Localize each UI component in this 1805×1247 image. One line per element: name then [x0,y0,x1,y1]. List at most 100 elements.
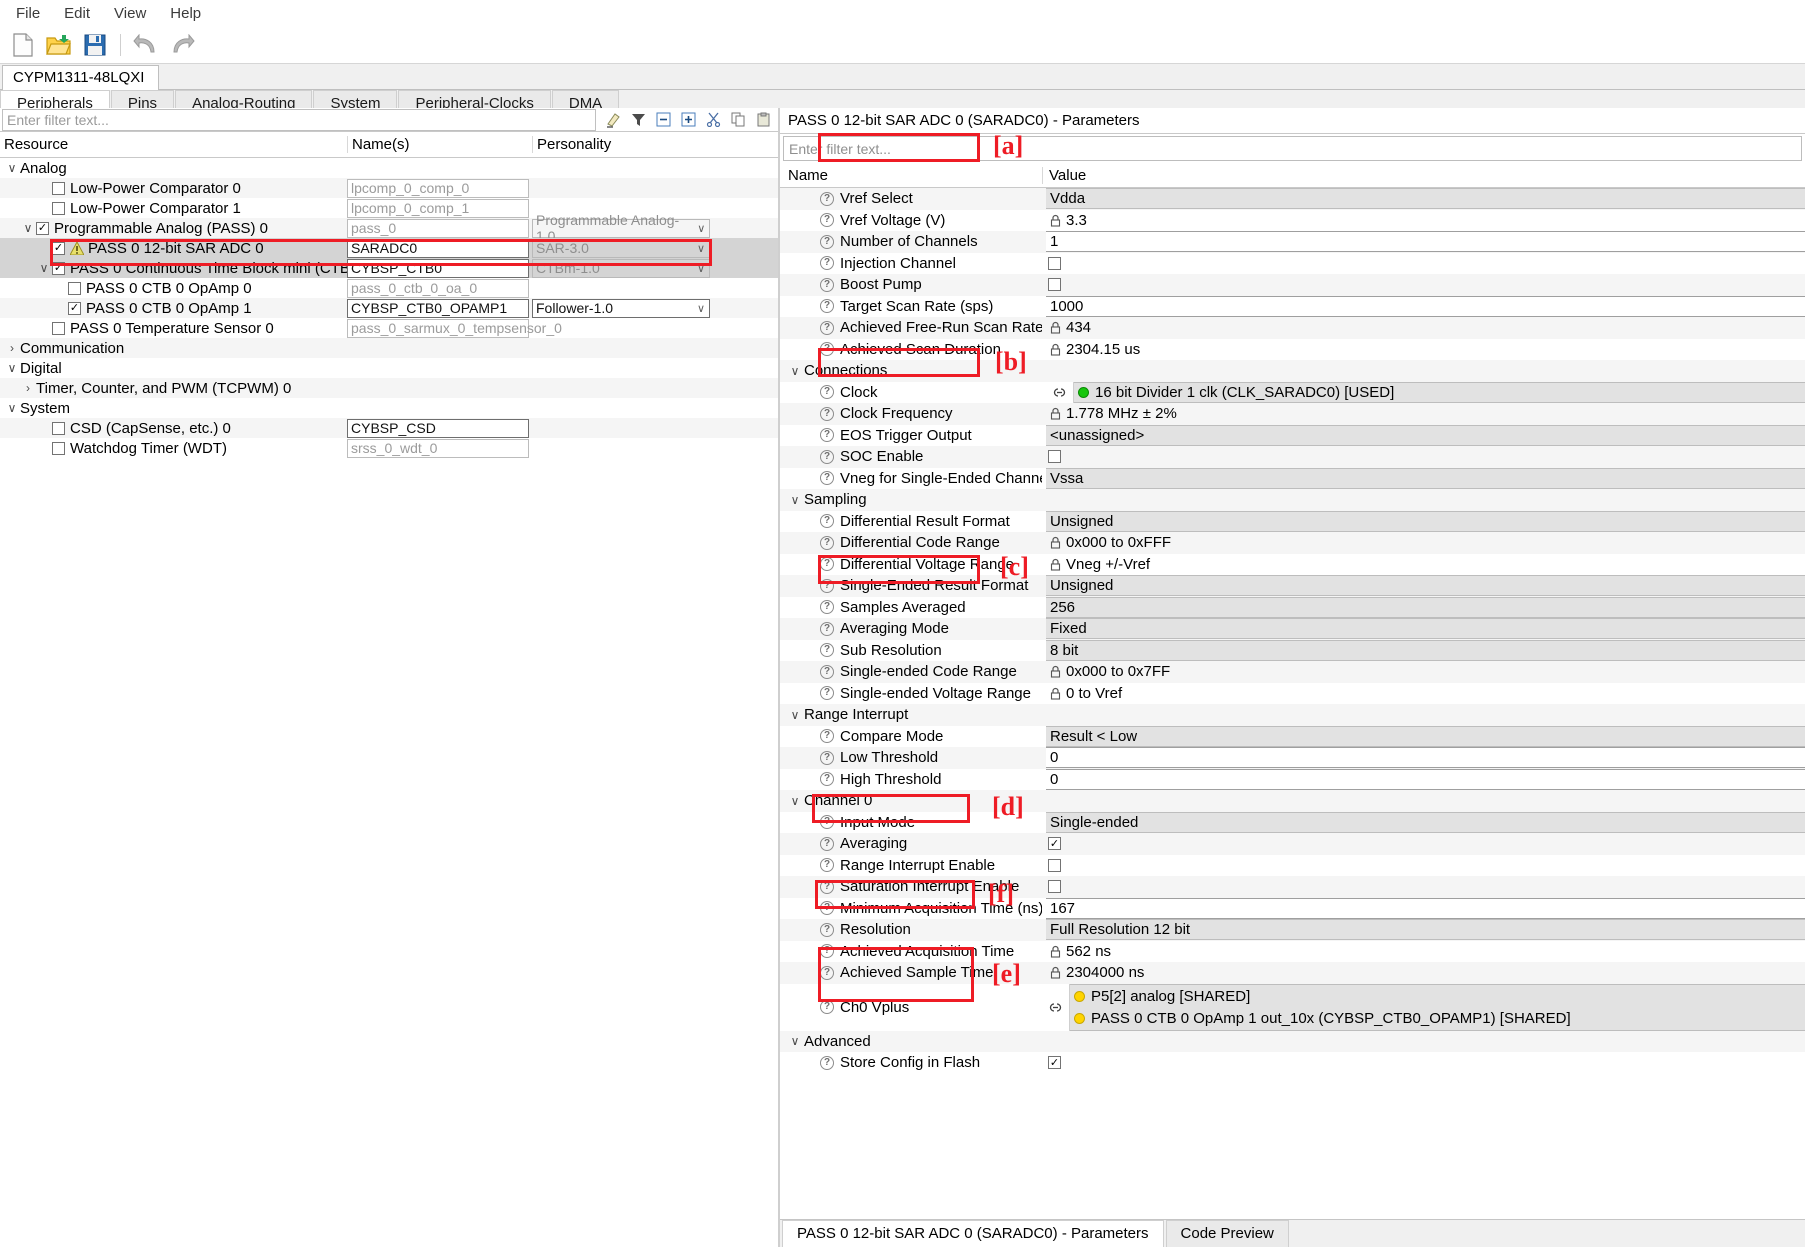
parameter-checkbox[interactable] [1048,880,1061,894]
help-question-icon[interactable]: ? [820,277,834,292]
personality-select[interactable]: CTBm-1.0 ∨ [532,258,710,278]
help-question-icon[interactable]: ? [820,965,834,980]
parameter-value[interactable]: 16 bit Divider 1 clk (CLK_SARADC0) [USED… [1074,381,1805,403]
tree-row[interactable]: Watchdog Timer (WDT) srss_0_wdt_0 [0,438,778,458]
bottom-tab-code-preview[interactable]: Code Preview [1165,1220,1289,1247]
parameter-row[interactable]: ? Ch0 Vplus P5[2] analog [SHARED] PASS 0 CT… [780,983,1805,1031]
open-folder-icon[interactable] [44,30,74,60]
parameter-row[interactable]: ? Compare Mode Result < Low [780,725,1805,748]
resource-checkbox[interactable]: ✓ [68,301,81,315]
parameter-row[interactable]: ? Differential Result Format Unsigned [780,510,1805,533]
parameter-row[interactable]: ? Minimum Acquisition Time (ns) 167 [780,897,1805,920]
resource-checkbox[interactable] [68,281,81,295]
resource-name-input[interactable]: lpcomp_0_comp_1 [347,198,529,218]
help-question-icon[interactable]: ? [820,535,834,550]
help-question-icon[interactable]: ? [820,299,834,314]
parameter-value[interactable]: Unsigned [1046,510,1805,532]
parameter-group-row[interactable]: ∨ Connections [780,360,1805,382]
parameter-value[interactable]: 1 [1046,231,1805,253]
parameter-checkbox[interactable] [1048,450,1061,464]
resource-name-input[interactable]: srss_0_wdt_0 [347,438,529,458]
parameter-value[interactable]: Full Resolution 12 bit [1046,919,1805,941]
parameter-value[interactable]: 8 bit [1046,639,1805,661]
help-question-icon[interactable]: ? [820,621,834,636]
help-question-icon[interactable]: ? [820,342,834,357]
parameter-value[interactable]: 1000 [1046,295,1805,317]
parameter-row[interactable]: ? Clock Frequency 1.778 MHz ± 2% [780,403,1805,425]
bottom-tab-parameters[interactable]: PASS 0 12-bit SAR ADC 0 (SARADC0) - Para… [782,1220,1164,1247]
help-question-icon[interactable]: ? [820,191,834,206]
tree-row[interactable]: ∨ ✓ Programmable Analog (PASS) 0 pass_0 Prog… [0,212,778,244]
menu-item-view[interactable]: View [102,3,158,24]
personality-select[interactable]: Follower-1.0 ∨ [532,298,710,318]
connection-entry[interactable]: PASS 0 CTB 0 OpAmp 1 out_10x (CYBSP_CTB0… [1074,1007,1571,1029]
paste-icon[interactable] [754,111,772,129]
help-question-icon[interactable]: ? [820,858,834,873]
parameter-value[interactable]: Single-ended [1046,811,1805,833]
parameter-value[interactable]: 256 [1046,596,1805,618]
parameter-checkbox[interactable] [1048,858,1061,872]
parameter-checkbox[interactable]: ✓ [1048,1056,1061,1070]
parameter-row[interactable]: ? SOC Enable [780,446,1805,468]
cut-icon[interactable] [704,111,722,129]
tree-row[interactable]: CSD (CapSense, etc.) 0 CYBSP_CSD [0,418,778,438]
help-question-icon[interactable]: ? [820,385,834,400]
parameter-value[interactable]: <unassigned> [1046,424,1805,446]
chevron-down-icon[interactable]: ∨ [4,401,20,415]
resource-checkbox[interactable]: ✓ [52,241,65,255]
parameter-row[interactable]: ? Input Mode Single-ended [780,811,1805,834]
parameter-row[interactable]: ? Sub Resolution 8 bit [780,639,1805,662]
tree-row[interactable]: ∨ ✓ PASS 0 Continuous Time Block mini (CTB… [0,258,778,278]
help-question-icon[interactable]: ? [820,1055,834,1070]
multi-connection-value[interactable]: P5[2] analog [SHARED] PASS 0 CTB 0 OpAmp … [1070,983,1805,1031]
help-question-icon[interactable]: ? [820,449,834,464]
chevron-down-icon[interactable]: ∨ [788,364,802,378]
parameter-group-row[interactable]: ∨ Channel 0 [780,790,1805,812]
help-question-icon[interactable]: ? [820,664,834,679]
parameter-row[interactable]: ? Averaging Mode Fixed [780,618,1805,640]
parameter-group-row[interactable]: ∨ Advanced [780,1030,1805,1052]
copy-icon[interactable] [729,111,747,129]
help-question-icon[interactable]: ? [820,1000,834,1014]
parameter-row[interactable]: ? Achieved Free-Run Scan Rate (sps) 434 [780,317,1805,339]
chevron-down-icon[interactable]: ∨ [4,361,20,375]
resource-name-input[interactable]: pass_0_sarmux_0_tempsensor_0 [347,318,562,338]
chevron-right-icon[interactable]: › [20,381,36,395]
tree-row[interactable]: › Communication [0,338,778,358]
parameter-row[interactable]: ? Injection Channel [780,253,1805,275]
parameter-row[interactable]: ? Clock 16 bit Divider 1 clk (CLK_SARADC0)… [780,381,1805,404]
chevron-down-icon[interactable]: ∨ [693,242,709,255]
parameter-row[interactable]: ? Resolution Full Resolution 12 bit [780,919,1805,941]
chevron-down-icon[interactable]: ∨ [788,708,802,722]
undo-arrow-icon[interactable] [131,30,161,60]
tree-row[interactable]: ∨ Digital [0,358,778,378]
help-question-icon[interactable]: ? [820,901,834,916]
tree-row[interactable]: ∨ Analog [0,158,778,178]
resource-name-input[interactable]: CYBSP_CSD [347,418,529,438]
parameter-row[interactable]: ? Averaging ✓ [780,833,1805,855]
parameter-row[interactable]: ? Boost Pump [780,274,1805,296]
parameter-value[interactable]: 0 [1046,768,1805,790]
parameters-filter-input[interactable]: Enter filter text... [783,136,1802,161]
tree-row[interactable]: › Timer, Counter, and PWM (TCPWM) 0 [0,378,778,398]
tree-row[interactable]: ✓ PASS 0 CTB 0 OpAmp 1 CYBSP_CTB0_OPAMP1 Fo… [0,298,778,318]
help-question-icon[interactable]: ? [820,320,834,335]
chevron-down-icon[interactable]: ∨ [4,161,20,175]
parameter-row[interactable]: ? Single-Ended Result Format Unsigned [780,575,1805,597]
help-question-icon[interactable]: ? [820,750,834,765]
left-filter-input[interactable]: Enter filter text... [2,108,596,131]
chevron-down-icon[interactable]: ∨ [788,794,802,808]
parameter-row[interactable]: ? Achieved Acquisition Time 562 ns [780,941,1805,963]
parameter-value[interactable]: 0 [1046,747,1805,769]
parameter-row[interactable]: ? Single-ended Code Range 0x000 to 0x7FF [780,661,1805,683]
parameter-row[interactable]: ? High Threshold 0 [780,768,1805,791]
parameter-row[interactable]: ? Differential Voltage Range Vneg +/-Vref [780,554,1805,576]
menu-item-help[interactable]: Help [158,3,213,24]
help-question-icon[interactable]: ? [820,879,834,894]
parameter-row[interactable]: ? Achieved Sample Time 2304000 ns [780,962,1805,984]
connection-link-icon[interactable] [1042,983,1070,1031]
parameter-row[interactable]: ? Vneg for Single-Ended Channels Vssa [780,467,1805,490]
resource-name-input[interactable]: lpcomp_0_comp_0 [347,178,529,198]
help-question-icon[interactable]: ? [820,922,834,937]
chevron-down-icon[interactable]: ∨ [788,1034,802,1048]
